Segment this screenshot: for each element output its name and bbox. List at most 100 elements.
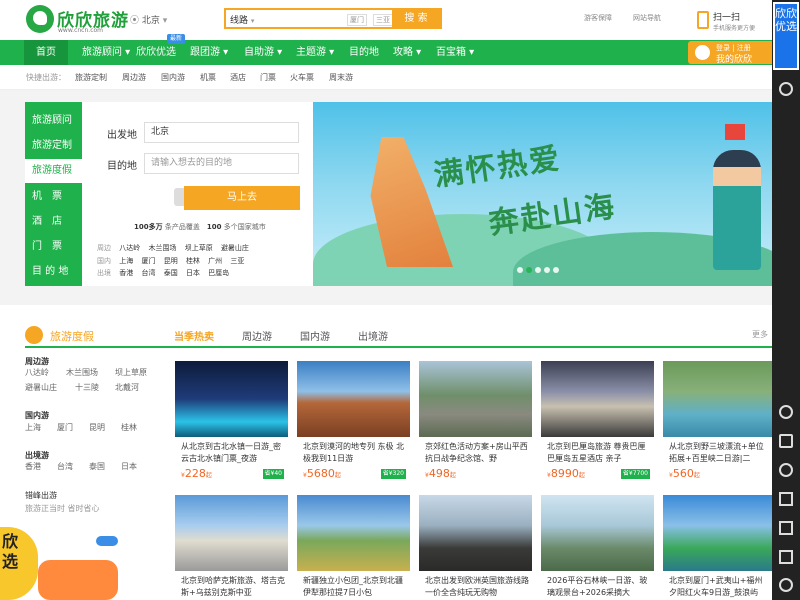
product-image[interactable] xyxy=(541,495,654,571)
promo-text[interactable]: 欣选 xyxy=(2,532,22,572)
login-panel[interactable]: 登录 | 注册 我的欣欣 xyxy=(688,41,772,65)
cat-offpeak[interactable]: 错峰出游 xyxy=(25,490,57,501)
cat-domestic[interactable]: 国内游 xyxy=(25,410,49,421)
product-image[interactable] xyxy=(541,361,654,437)
side-ticket[interactable]: 门 票 xyxy=(25,235,82,259)
dest-link[interactable]: 广州 xyxy=(208,257,222,265)
cat-link[interactable]: 上海 xyxy=(25,422,41,433)
dest-link[interactable]: 昆明 xyxy=(164,257,178,265)
product-title[interactable]: 北京到漠河的地专列 东极 北极我到11日游 xyxy=(303,441,407,465)
hero-banner[interactable]: 满怀热爱 奔赴山海 xyxy=(313,102,772,286)
search-button[interactable]: 搜 索 xyxy=(392,10,440,27)
quick-flight[interactable]: 机票 xyxy=(200,72,216,83)
cat-link[interactable]: 厦门 xyxy=(57,422,73,433)
quick-weekend[interactable]: 周末游 xyxy=(329,72,353,83)
close-icon[interactable] xyxy=(779,578,793,592)
carousel-dot-active[interactable] xyxy=(526,267,532,273)
go-button[interactable]: 马上去 xyxy=(184,186,300,210)
product-title[interactable]: 北京到巴厘岛旅游 尊贵巴厘 巴厘岛五星酒店 亲子 xyxy=(547,441,651,465)
product-image[interactable] xyxy=(419,361,532,437)
carousel-dot[interactable] xyxy=(517,267,523,273)
product-title[interactable]: 北京到哈萨克斯旅游、塔吉克斯+乌兹别克斯中亚 xyxy=(181,575,285,599)
scan-title[interactable]: 扫一扫 xyxy=(713,10,740,23)
nav-self-guided[interactable]: 自助游 ▾ xyxy=(244,40,282,65)
edit-icon[interactable] xyxy=(779,492,793,506)
tab-abroad[interactable]: 出境游 xyxy=(358,328,388,343)
cat-link[interactable]: 香港 xyxy=(25,461,41,472)
dest-link[interactable]: 八达岭 xyxy=(119,244,140,252)
right-promo-button[interactable]: 欣欣优选 xyxy=(773,2,799,70)
side-flight[interactable]: 机 票 xyxy=(25,185,82,209)
product-image[interactable] xyxy=(297,361,410,437)
quick-nearby[interactable]: 周边游 xyxy=(122,72,146,83)
link-guarantee[interactable]: 游客保障 xyxy=(584,13,612,23)
from-input[interactable]: 北京 xyxy=(144,122,299,143)
logo-elephant-icon[interactable] xyxy=(26,5,54,33)
side-hotel[interactable]: 酒 店 xyxy=(25,210,82,234)
dest-link[interactable]: 厦门 xyxy=(141,257,155,265)
cat-link[interactable]: 坝上草原 xyxy=(115,367,147,378)
quick-custom[interactable]: 旅游定制 xyxy=(75,72,107,83)
dest-link[interactable]: 上海 xyxy=(119,257,133,265)
cat-link[interactable]: 八达岭 xyxy=(25,367,49,378)
more-link[interactable]: 更多 xyxy=(752,329,768,340)
quick-domestic[interactable]: 国内游 xyxy=(161,72,185,83)
dest-link[interactable]: 日本 xyxy=(186,269,200,277)
nav-destination[interactable]: 目的地 xyxy=(349,40,379,65)
product-title[interactable]: 2026平谷石林峡一日游、玻璃观景台+2026采摘大 xyxy=(547,575,651,599)
nav-toolbox[interactable]: 百宝箱 ▾ xyxy=(436,40,474,65)
dest-link[interactable]: 避暑山庄 xyxy=(221,244,249,252)
cat-link[interactable]: 十三陵 xyxy=(75,382,99,393)
nav-travel-advisor[interactable]: 旅游顾问 ▾ xyxy=(82,40,130,65)
cat-link[interactable]: 昆明 xyxy=(89,422,105,433)
nav-theme-tour[interactable]: 主题游 ▾ xyxy=(296,40,334,65)
tab-nearby[interactable]: 周边游 xyxy=(242,328,272,343)
cat-link[interactable]: 北戴河 xyxy=(115,382,139,393)
qr-code-icon[interactable] xyxy=(779,521,793,535)
cat-link[interactable]: 日本 xyxy=(121,461,137,472)
quick-hotel[interactable]: 酒店 xyxy=(230,72,246,83)
product-title[interactable]: 新疆独立小包团_北京到北疆伊犁那拉提7日小包 xyxy=(303,575,407,599)
product-image[interactable] xyxy=(663,361,772,437)
dest-link[interactable]: 木兰围场 xyxy=(148,244,176,252)
tab-domestic[interactable]: 国内游 xyxy=(300,328,330,343)
quick-train[interactable]: 火车票 xyxy=(290,72,314,83)
product-image[interactable] xyxy=(175,495,288,571)
cat-abroad[interactable]: 出境游 xyxy=(25,450,49,461)
city-selector[interactable]: ⦿ 北京 ▾ xyxy=(130,13,167,26)
back-to-top-icon[interactable] xyxy=(779,550,793,564)
clock-icon[interactable] xyxy=(779,463,793,477)
to-input[interactable]: 请输入想去的目的地 xyxy=(144,153,299,174)
tab-hot[interactable]: 当季热卖 xyxy=(174,328,214,343)
cat-nearby[interactable]: 周边游 xyxy=(25,356,49,367)
product-title[interactable]: 北京到厦门+武夷山+福州夕阳红火车9日游_鼓浪屿 xyxy=(669,575,769,599)
cat-link[interactable]: 木兰围场 xyxy=(66,367,98,378)
product-title[interactable]: 京郊红色活动方案+房山平西抗日战争纪念馆、野 xyxy=(425,441,529,465)
cat-link[interactable]: 桂林 xyxy=(121,422,137,433)
user-icon[interactable] xyxy=(779,405,793,419)
side-destination[interactable]: 目 的 地 xyxy=(25,260,82,284)
search-type-select[interactable]: 线路 ▾ xyxy=(230,13,254,26)
nav-group-tour[interactable]: 跟团游 ▾ xyxy=(190,40,228,65)
dest-link[interactable]: 坝上草原 xyxy=(185,244,213,252)
carousel-dot[interactable] xyxy=(535,267,541,273)
product-title[interactable]: 北京出发到欧洲英国旅游线路一价全含纯玩无购物 xyxy=(425,575,529,599)
product-image[interactable] xyxy=(297,495,410,571)
wechat-icon[interactable] xyxy=(779,82,793,96)
side-advisor[interactable]: 旅游顾问 xyxy=(25,109,82,133)
cat-link[interactable]: 台湾 xyxy=(57,461,73,472)
dest-link[interactable]: 三亚 xyxy=(230,257,244,265)
cat-link[interactable]: 泰国 xyxy=(89,461,105,472)
dest-link[interactable]: 泰国 xyxy=(164,269,178,277)
nav-guide[interactable]: 攻略 ▾ xyxy=(393,40,421,65)
dest-link[interactable]: 巴厘岛 xyxy=(208,269,229,277)
product-title[interactable]: 从北京到古北水镇一日游_密云古北水镇门票_夜游 xyxy=(181,441,285,465)
link-site-nav[interactable]: 网站导航 xyxy=(633,13,661,23)
product-title[interactable]: 从北京到野三坡漂流+单位拓展+百里峡二日游|二 xyxy=(669,441,769,465)
carousel-dot[interactable] xyxy=(553,267,559,273)
search-tag-sanya[interactable]: 三亚 xyxy=(373,14,393,26)
dest-link[interactable]: 桂林 xyxy=(186,257,200,265)
side-vacation[interactable]: 旅游度假 xyxy=(25,159,82,183)
product-image[interactable] xyxy=(419,495,532,571)
cat-link[interactable]: 避暑山庄 xyxy=(25,382,57,393)
